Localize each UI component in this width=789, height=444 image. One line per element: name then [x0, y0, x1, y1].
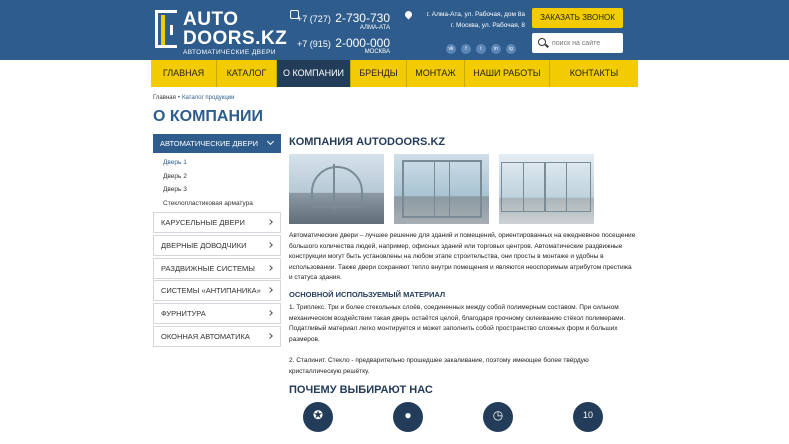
- logo-text-line2: DOORS.KZ: [183, 28, 288, 49]
- sidebar-subitem-fiberglass[interactable]: Стеклопластиковая арматура: [163, 197, 281, 211]
- badge-glyph: ●: [404, 408, 412, 422]
- badge-glyph: ◷: [492, 408, 504, 422]
- sidebar-subitem-door-3[interactable]: Дверь 3: [163, 183, 281, 197]
- nav-item-brands[interactable]: БРЕНДЫ: [351, 60, 407, 87]
- callback-button[interactable]: ЗАКАЗАТЬ ЗВОНОК: [532, 8, 623, 28]
- why-us-heading: ПОЧЕМУ ВЫБИРАЮТ НАС: [289, 384, 433, 396]
- medal-10-icon: 10: [573, 402, 603, 432]
- sidebar-catalog: АВТОМАТИЧЕСКИЕ ДВЕРИ Дверь 1 Дверь 2 Две…: [153, 134, 281, 349]
- why-us-badges: ✪ ● ◷ 10: [303, 402, 603, 432]
- award-ribbon-icon: ✪: [303, 402, 333, 432]
- sidebar-subitems: Дверь 1 Дверь 2 Дверь 3 Стеклопластикова…: [153, 153, 281, 212]
- sidebar-item-label: СИСТЕМЫ «АНТИПАНИКА»: [161, 286, 261, 296]
- badge-glyph: ✪: [312, 408, 324, 422]
- sidebar-subitem-door-1[interactable]: Дверь 1: [163, 156, 281, 170]
- sidebar-item-label: КАРУСЕЛЬНЫЕ ДВЕРИ: [161, 218, 245, 227]
- phone-block: +7 (727) 2-730-730 АЛМА-АТА +7 (915) 2-0…: [290, 10, 390, 56]
- sidebar-subitem-door-2[interactable]: Дверь 2: [163, 170, 281, 184]
- breadcrumb-current[interactable]: Каталог продукции: [182, 95, 235, 101]
- sidebar-item-label: ФУРНИТУРА: [161, 309, 206, 319]
- nav-item-catalog[interactable]: КАТАЛОГ: [217, 60, 277, 87]
- phone-code: +7 (727): [297, 14, 331, 24]
- social-links: vk f t in ig: [446, 44, 516, 54]
- search-box: [532, 33, 623, 53]
- material-heading: ОСНОВНОЙ ИСПОЛЬЗУЕМЫЙ МАТЕРИАЛ: [289, 290, 446, 299]
- search-icon[interactable]: [538, 38, 546, 46]
- sidebar-item-label: АВТОМАТИЧЕСКИЕ ДВЕРИ: [160, 139, 258, 148]
- sidebar-item-label: ДВЕРНЫЕ ДОВОДЧИКИ: [161, 240, 247, 250]
- chevron-right-icon: [267, 287, 273, 294]
- sidebar-item-window-automation[interactable]: ОКОННАЯ АВТОМАТИКА: [153, 325, 281, 347]
- facebook-icon[interactable]: f: [461, 44, 471, 54]
- main-nav: ГЛАВНАЯ КАТАЛОГ О КОМПАНИИ БРЕНДЫ МОНТАЖ…: [151, 60, 638, 87]
- chevron-down-icon: [266, 137, 275, 146]
- stopwatch-icon: ◷: [483, 402, 513, 432]
- phone-number: 2-730-730: [335, 11, 390, 25]
- sidebar-item-label: ОКОННАЯ АВТОМАТИКА: [161, 331, 250, 341]
- map-pin-icon: [403, 9, 414, 20]
- nav-item-home[interactable]: ГЛАВНАЯ: [151, 60, 217, 87]
- revolving-door-photo[interactable]: [289, 154, 384, 224]
- chevron-right-icon: [267, 264, 273, 271]
- door-logo-icon: [155, 10, 177, 48]
- sidebar-item-revolving-doors[interactable]: КАРУСЕЛЬНЫЕ ДВЕРИ: [153, 212, 281, 233]
- nav-item-contacts[interactable]: КОНТАКТЫ: [550, 60, 638, 87]
- chevron-right-icon: [267, 241, 273, 248]
- address-moscow: г. Москва, ул. Рабочая, 8: [450, 22, 525, 29]
- page-title: О КОМПАНИИ: [153, 108, 264, 125]
- phone-city-almaty: АЛМА-АТА: [359, 25, 390, 31]
- phone-code: +7 (915): [297, 39, 331, 49]
- sliding-door-photo[interactable]: [394, 154, 489, 224]
- company-heading: КОМПАНИЯ AUTODOORS.KZ: [289, 136, 446, 148]
- chevron-right-icon: [267, 219, 273, 225]
- site-logo[interactable]: AUTO DOORS.KZ АВТОМАТИЧЕСКИЕ ДВЕРИ: [155, 9, 287, 56]
- chevron-right-icon: [267, 333, 273, 339]
- vk-icon[interactable]: vk: [446, 44, 456, 54]
- chevron-right-icon: [267, 310, 273, 317]
- nav-item-portfolio[interactable]: НАШИ РАБОТЫ: [465, 60, 550, 87]
- nav-item-installation[interactable]: МОНТАЖ: [407, 60, 465, 87]
- sidebar-item-door-closers[interactable]: ДВЕРНЫЕ ДОВОДЧИКИ: [153, 234, 281, 256]
- glass-entrance-photo[interactable]: [499, 154, 594, 224]
- sidebar-item-label: РАЗДВИЖНЫЕ СИСТЕМЫ: [161, 263, 255, 273]
- nav-item-about[interactable]: О КОМПАНИИ: [277, 60, 351, 87]
- phone-city-moscow: МОСКВА: [364, 49, 390, 55]
- badge-glyph: 10: [582, 410, 593, 420]
- instagram-icon[interactable]: ig: [506, 44, 516, 54]
- sidebar-item-sliding-systems[interactable]: РАЗДВИЖНЫЕ СИСТЕМЫ: [153, 257, 281, 279]
- breadcrumb-home[interactable]: Главная: [153, 95, 176, 101]
- breadcrumb: Главная • Каталог продукции: [153, 95, 235, 101]
- twitter-icon[interactable]: t: [476, 44, 486, 54]
- sidebar-item-hardware[interactable]: ФУРНИТУРА: [153, 303, 281, 325]
- search-input[interactable]: [552, 33, 620, 53]
- phone-number: 2-000-000: [335, 36, 390, 50]
- sidebar-item-automatic-doors[interactable]: АВТОМАТИЧЕСКИЕ ДВЕРИ: [153, 134, 281, 153]
- material-paragraph-1: 1. Триплекс. Три и более стекольных слоё…: [289, 304, 626, 343]
- intro-paragraph: Автоматические двери – лучшее решение дл…: [289, 232, 636, 281]
- photo-gallery: [289, 154, 594, 224]
- site-header: AUTO DOORS.KZ АВТОМАТИЧЕСКИЕ ДВЕРИ +7 (7…: [0, 0, 789, 60]
- address-almaty: г. Алма-Ата, ул. Рабочая, дом 8а: [426, 11, 525, 18]
- material-paragraph-2: 2. Сталинит. Стекло - предварительно про…: [289, 357, 589, 375]
- linkedin-icon[interactable]: in: [491, 44, 501, 54]
- logo-subtitle: АВТОМАТИЧЕСКИЕ ДВЕРИ: [183, 49, 276, 56]
- sidebar-item-antipanic[interactable]: СИСТЕМЫ «АНТИПАНИКА»: [153, 280, 281, 302]
- person-icon: ●: [393, 402, 423, 432]
